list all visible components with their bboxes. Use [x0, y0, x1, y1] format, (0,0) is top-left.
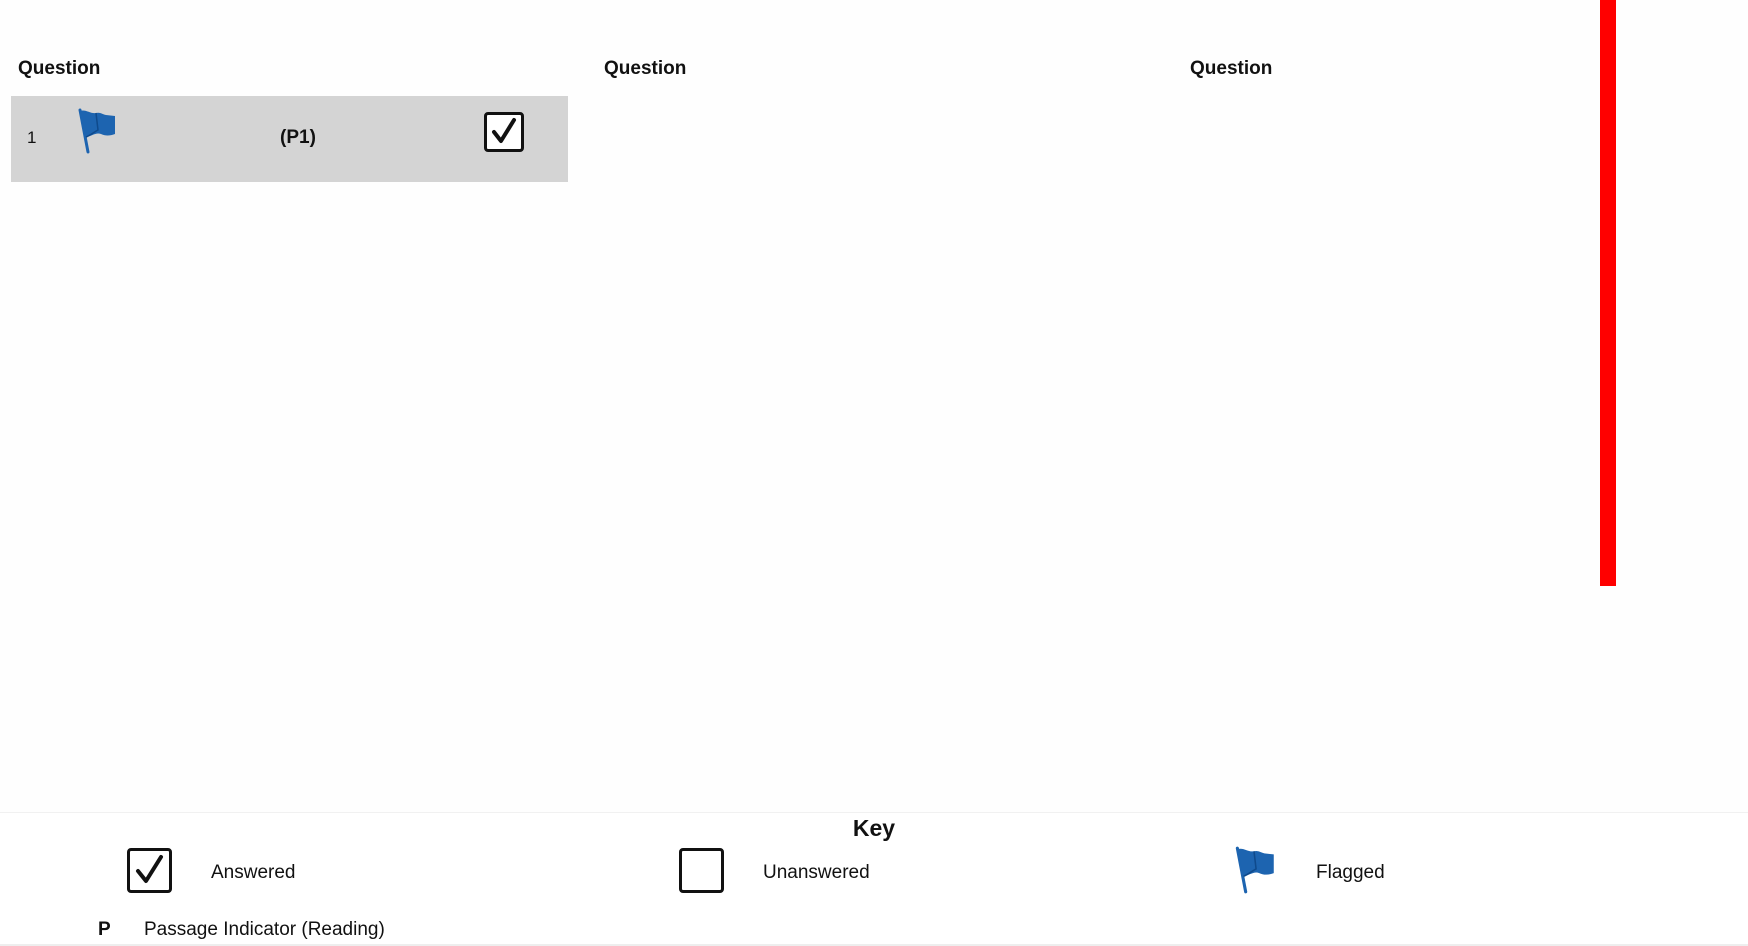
flag-icon — [71, 106, 121, 156]
unanswered-checkbox-icon — [679, 848, 724, 893]
key-unanswered-label: Unanswered — [763, 862, 870, 883]
column-header-1: Question — [18, 58, 101, 79]
side-red-bar — [1600, 0, 1616, 586]
question-number: 1 — [27, 128, 37, 147]
answered-checkmark-icon — [127, 848, 172, 893]
passage-letter: P — [98, 919, 111, 940]
question-row-1[interactable]: 1 (P1) — [11, 96, 568, 182]
key-passage-label: Passage Indicator (Reading) — [144, 919, 385, 940]
question-review-page: Question Question Question 1 (P1) Key An… — [0, 0, 1748, 946]
key-legend: Key Answered Unanswered Flagged P Passag… — [0, 812, 1748, 946]
column-header-2: Question — [604, 58, 687, 79]
column-header-3: Question — [1190, 58, 1273, 79]
flag-icon — [1228, 844, 1280, 896]
key-answered-label: Answered — [211, 862, 296, 883]
key-title: Key — [852, 815, 896, 841]
answered-status-icon — [484, 112, 524, 152]
passage-indicator: (P1) — [280, 127, 316, 148]
key-flagged-label: Flagged — [1316, 862, 1385, 883]
